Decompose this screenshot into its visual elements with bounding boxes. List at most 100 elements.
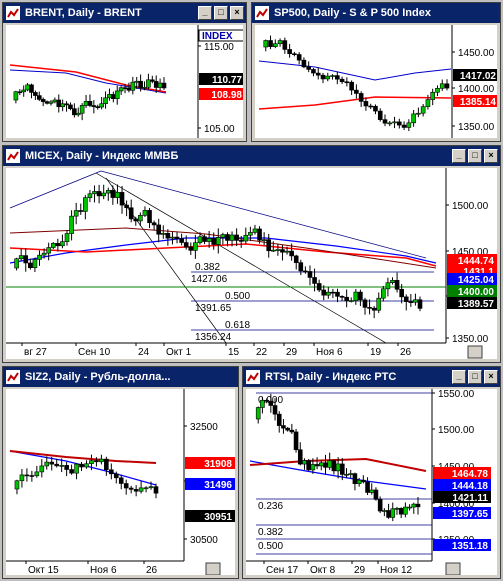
candle-body xyxy=(403,506,408,515)
sp500-title-bar[interactable]: SP500, Daily - S & P 500 Index xyxy=(252,3,500,23)
close-button[interactable]: × xyxy=(484,149,498,163)
candle-body xyxy=(225,234,230,241)
candle-body xyxy=(110,190,116,198)
maximize-button[interactable]: □ xyxy=(468,149,482,163)
candle-body xyxy=(316,283,322,291)
candle-body xyxy=(306,66,311,70)
candle-body xyxy=(392,121,397,124)
candle-body xyxy=(142,86,147,89)
y-tick-label: 32500 xyxy=(190,422,218,433)
candle-body xyxy=(111,94,116,100)
candle-body xyxy=(289,250,294,257)
micex-plot-area[interactable]: 0.382 1427.06 0.500 1391.65 0.618 1356.24 1500… xyxy=(6,168,497,359)
window-title: SP500, Daily - S & P 500 Index xyxy=(274,7,431,19)
candle-body xyxy=(25,84,30,91)
candle-body xyxy=(323,462,328,468)
candle-body xyxy=(439,83,445,89)
rtsi-title-bar[interactable]: RTSI, Daily - Индекс РТС _ □ × xyxy=(243,367,500,387)
price-tag: 1400.00 xyxy=(458,287,495,298)
close-button[interactable]: × xyxy=(230,6,244,20)
candle-body xyxy=(79,105,85,114)
candle-body xyxy=(268,40,273,47)
brent-plot-area[interactable]: INDEX 115.00 105.00 110.77 108.98 xyxy=(6,25,243,138)
rtsi-plot-area[interactable]: 0.0000.2360.3820.5001550.001500.001450.0… xyxy=(246,389,497,575)
candle-body xyxy=(79,463,84,468)
candle-body xyxy=(331,460,337,472)
candle-body xyxy=(33,92,38,96)
maximize-button[interactable]: □ xyxy=(468,370,482,384)
close-button[interactable]: × xyxy=(484,370,498,384)
rtsi-chart-window[interactable]: RTSI, Daily - Индекс РТС _ □ × 0.0000.23… xyxy=(242,366,501,579)
minimize-button[interactable]: _ xyxy=(452,370,466,384)
y-tick-label: 1450.00 xyxy=(458,48,495,59)
candle-body xyxy=(73,210,79,217)
chart-scroll-button[interactable] xyxy=(445,562,461,575)
candle-body xyxy=(44,461,50,467)
candle-body xyxy=(344,81,350,84)
candle-body xyxy=(215,237,221,245)
ma-price-tag: 1385.14 xyxy=(460,97,497,108)
candle-body xyxy=(292,53,297,56)
candle-body xyxy=(417,299,423,309)
candle-body xyxy=(160,233,166,235)
candle-body xyxy=(157,82,163,88)
candle-body xyxy=(165,233,171,239)
candle-body xyxy=(335,291,340,297)
x-tick-label: Ноя 6 xyxy=(90,565,117,575)
candle-body xyxy=(263,40,269,48)
candle-body xyxy=(406,122,412,128)
candle-body xyxy=(229,234,235,241)
candle-body xyxy=(13,91,19,101)
candle-body xyxy=(349,81,354,91)
candle-body xyxy=(277,40,283,45)
sp500-chart-window[interactable]: SP500, Daily - S & P 500 Index 1450.00 14… xyxy=(251,2,501,142)
micex-title-bar[interactable]: MICEX, Daily - Индекс ММВБ _ □ × xyxy=(3,146,500,166)
minimize-button[interactable]: _ xyxy=(198,6,212,20)
candle-body xyxy=(381,288,386,299)
candle-body xyxy=(153,486,159,494)
chart-scroll-button[interactable] xyxy=(205,562,221,575)
candle-body xyxy=(234,234,239,241)
candle-body xyxy=(394,508,400,510)
candle-body xyxy=(306,460,311,471)
price-tag: 1351.18 xyxy=(452,541,489,552)
candle-body xyxy=(397,121,402,126)
minimize-button[interactable]: _ xyxy=(452,149,466,163)
price-tag: 1464.78 xyxy=(452,469,489,480)
ma-price-tag: 31908 xyxy=(204,459,232,470)
candle-body xyxy=(32,259,38,269)
candle-body xyxy=(49,461,55,465)
y-tick-label: 30500 xyxy=(190,535,218,546)
siz2-chart-window[interactable]: SIZ2, Daily - Рубль-долла... 32500315003… xyxy=(2,366,239,579)
candle-body xyxy=(60,103,65,108)
candle-body xyxy=(272,405,278,415)
maximize-button[interactable]: □ xyxy=(214,6,228,20)
candle-body xyxy=(293,255,299,263)
micex-chart-window[interactable]: MICEX, Daily - Индекс ММВБ _ □ × 0.382 14… xyxy=(2,145,501,363)
siz2-title-bar[interactable]: SIZ2, Daily - Рубль-долла... xyxy=(3,367,238,387)
candle-body xyxy=(358,93,364,102)
price-tag: 1421.11 xyxy=(452,493,488,504)
candle-body xyxy=(266,239,272,252)
candle-body xyxy=(138,80,143,88)
sp500-plot-area[interactable]: 1450.00 1400.00 1350.00 1417.02 1385.14 xyxy=(255,25,497,138)
candle-body xyxy=(348,473,354,475)
candle-body xyxy=(390,508,396,518)
chart-app-icon xyxy=(6,149,20,163)
candle-body xyxy=(60,241,65,247)
siz2-plot-area[interactable]: 325003150030500319083149630951Окт 15Ноя … xyxy=(6,389,235,575)
candle-body xyxy=(133,218,139,222)
candle-body xyxy=(281,425,286,429)
candle-body xyxy=(34,471,40,477)
fib-ratio-label: 0.382 xyxy=(258,527,283,538)
brent-title-bar[interactable]: BRENT, Daily - BRENT _ □ × xyxy=(3,3,246,23)
candle-body xyxy=(413,299,418,303)
chart-scroll-button[interactable] xyxy=(467,345,483,359)
candle-body xyxy=(303,270,308,273)
brent-chart-window[interactable]: BRENT, Daily - BRENT _ □ × INDEX 115.00 10… xyxy=(2,2,247,142)
candle-body xyxy=(339,78,345,83)
candle-body xyxy=(348,300,354,302)
candle-body xyxy=(275,249,281,251)
price-tag: 1425.04 xyxy=(458,275,495,286)
candle-body xyxy=(197,236,203,243)
